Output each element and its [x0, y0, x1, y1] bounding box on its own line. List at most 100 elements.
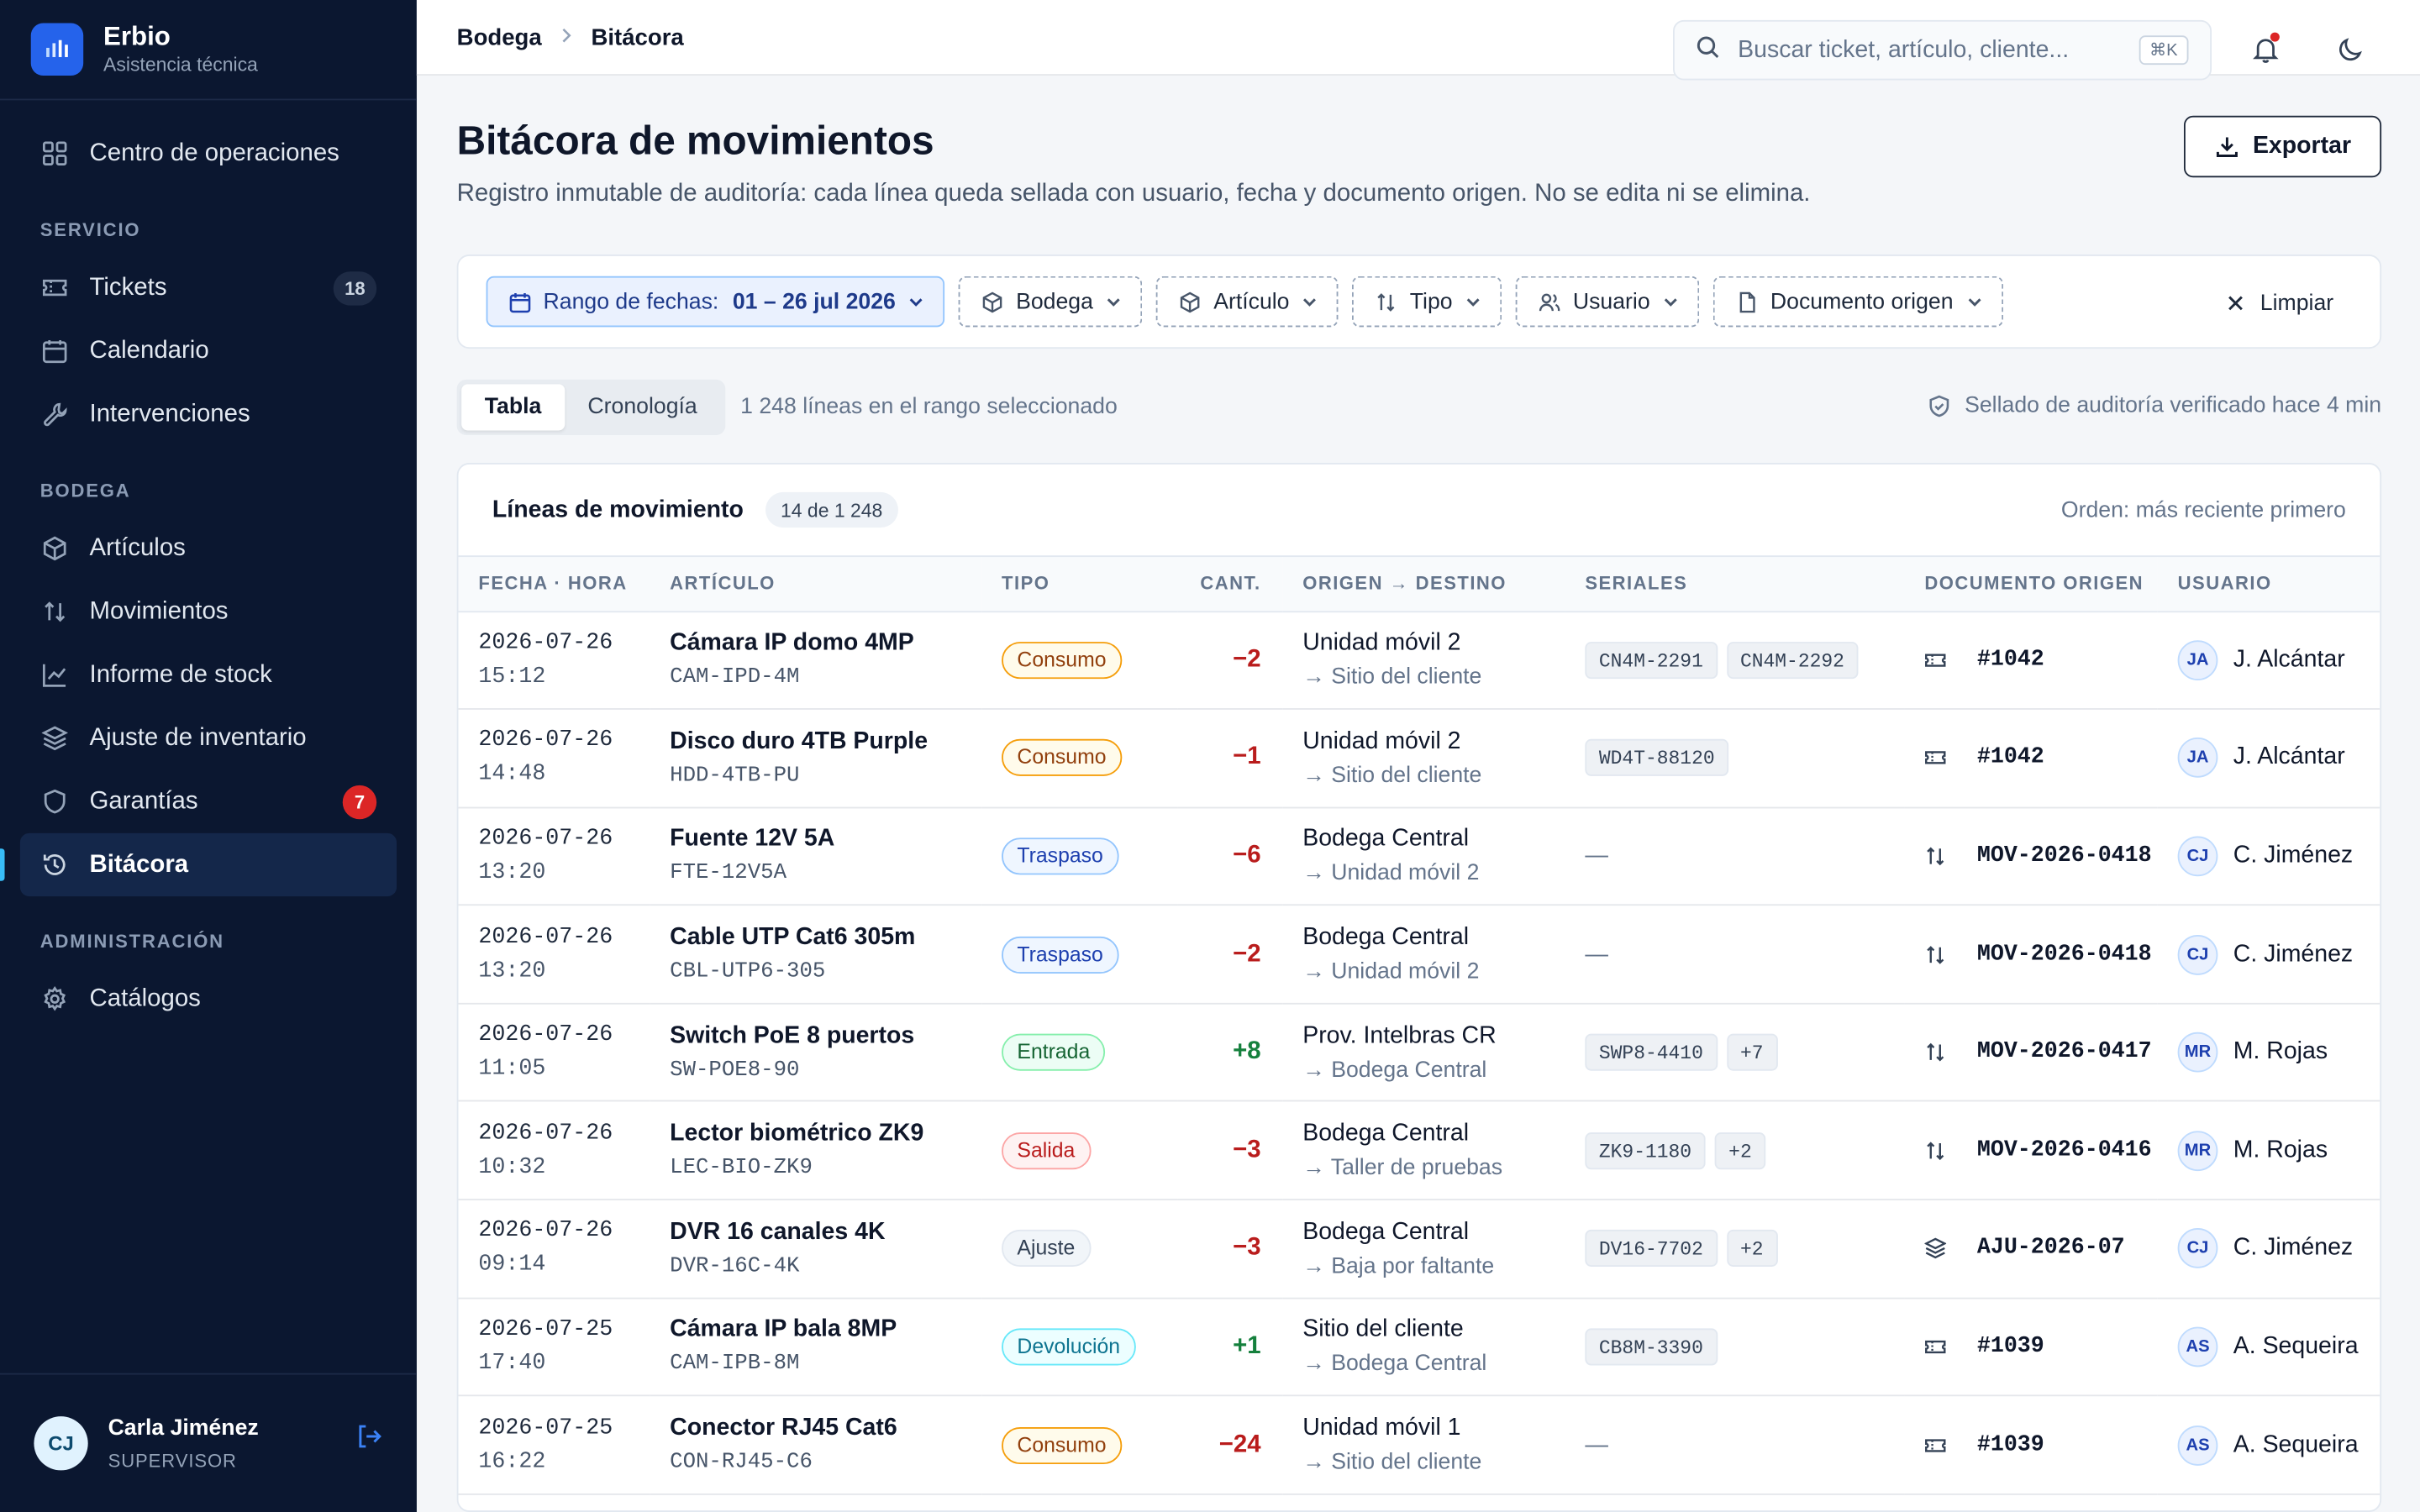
export-button[interactable]: Exportar: [2183, 115, 2382, 178]
col-route[interactable]: ORIGEN → DESTINO: [1282, 557, 1565, 612]
search-input[interactable]: [1738, 36, 2139, 65]
cell-user: AS A. Sequeira: [2157, 1395, 2381, 1495]
cell-user: MR M. Rojas: [2157, 1003, 2381, 1103]
cell-document: MOV-2026-0418: [1904, 806, 2158, 906]
filter-articulo[interactable]: Artículo: [1156, 276, 1339, 328]
table-row[interactable]: 2026-07-25 16:22 Conector RJ45 Cat6 CON-RJ4…: [458, 1395, 2381, 1495]
filter-label: Usuario: [1572, 289, 1650, 314]
sidebar-item-label: Informe de stock: [89, 661, 272, 688]
sidebar-nav: Centro de operaciones SERVICIO Tickets 1…: [0, 100, 417, 1373]
col-type[interactable]: TIPO: [981, 557, 1178, 612]
user-name[interactable]: J. Alcántar: [2233, 646, 2345, 674]
article-name[interactable]: Lector biométrico ZK9: [670, 1121, 981, 1148]
table-row[interactable]: 2026-07-26 10:32 Lector biométrico ZK9 LEC-…: [458, 1101, 2381, 1201]
user-name[interactable]: A. Sequeira: [2233, 1431, 2359, 1459]
col-date[interactable]: FECHA · HORA: [458, 557, 650, 612]
article-name[interactable]: DVR 16 canales 4K: [670, 1219, 981, 1247]
user-name[interactable]: J. Alcántar: [2233, 744, 2345, 772]
filter-tipo[interactable]: Tipo: [1352, 276, 1502, 328]
sidebar-item-catalogs[interactable]: Catálogos: [20, 968, 397, 1031]
table-row[interactable]: 2026-07-26 14:48 Disco duro 4TB Purple HDD-…: [458, 709, 2381, 808]
serial-tag: CN4M-2291: [1585, 641, 1718, 679]
sidebar-item-interventions[interactable]: Intervenciones: [20, 383, 397, 446]
sidebar-item-movements[interactable]: Movimientos: [20, 580, 397, 643]
table-row[interactable]: 2026-07-26 13:20 Cable UTP Cat6 305m CBL-UT…: [458, 905, 2381, 1005]
route-origin: Unidad móvil 1: [1302, 1415, 1461, 1441]
col-article[interactable]: ARTÍCULO: [650, 557, 982, 612]
document-id: MOV-2026-0416: [1976, 1138, 2152, 1163]
sidebar-item-warranties[interactable]: Garantías 7: [20, 770, 397, 833]
route-origin: Unidad móvil 2: [1302, 629, 1461, 657]
article-sku: HDD-4TB-PU: [670, 763, 800, 789]
tab-table[interactable]: Tabla: [461, 384, 565, 431]
document-link[interactable]: AJU-2026-07: [1924, 1236, 2157, 1261]
cell-document: #1042: [1904, 709, 2158, 808]
sort-order[interactable]: Orden: más reciente primero: [2061, 497, 2346, 522]
table-row[interactable]: 2026-07-26 13:20 Fuente 12V 5A FTE-12V5A Tra…: [458, 806, 2381, 906]
search-icon: [1697, 34, 1720, 66]
user-name[interactable]: M. Rojas: [2233, 1137, 2328, 1164]
table-row[interactable]: 2026-07-26 09:14 DVR 16 canales 4K DVR-16C-…: [458, 1200, 2381, 1299]
brand-subtitle: Asistencia técnica: [103, 54, 258, 76]
document-link[interactable]: #1039: [1924, 1335, 2157, 1359]
filter-bodega[interactable]: Bodega: [959, 276, 1143, 328]
serial-tag: WD4T-88120: [1585, 739, 1729, 777]
document-link[interactable]: #1042: [1924, 746, 2157, 770]
sidebar-item-tickets[interactable]: Tickets 18: [20, 256, 397, 319]
article-name[interactable]: Switch PoE 8 puertos: [670, 1022, 981, 1050]
moon-icon[interactable]: [2332, 31, 2369, 68]
table-row[interactable]: 2026-07-26 15:12 Cámara IP domo 4MP CAM-IPD…: [458, 611, 2381, 711]
bell-icon[interactable]: [2247, 31, 2284, 68]
article-sku: DVR-16C-4K: [670, 1254, 800, 1279]
logout-icon[interactable]: [355, 1422, 382, 1457]
tab-chronology[interactable]: Cronología: [565, 384, 720, 430]
cell-user: CJ C. Jiménez: [2157, 806, 2381, 906]
search-box[interactable]: ⌘K: [1673, 19, 2212, 81]
user-name[interactable]: C. Jiménez: [2233, 941, 2353, 969]
article-name[interactable]: Cámara IP bala 8MP: [670, 1317, 981, 1345]
sidebar-item-bitacora[interactable]: Bitácora: [0, 832, 397, 897]
user-name[interactable]: A. Sequeira: [2233, 1333, 2359, 1361]
document-link[interactable]: MOV-2026-0418: [1924, 844, 2157, 869]
card-header: Líneas de movimiento 14 de 1 248 Orden: …: [458, 465, 2381, 558]
col-serials[interactable]: SERIALES: [1565, 557, 1905, 612]
col-document[interactable]: DOCUMENTO ORIGEN: [1904, 557, 2158, 612]
serial-tag: ZK9-1180: [1585, 1131, 1706, 1169]
document-link[interactable]: MOV-2026-0416: [1924, 1138, 2157, 1163]
sidebar-item-inventory-adjust[interactable]: Ajuste de inventario: [20, 706, 397, 769]
table-row[interactable]: 2026-07-25 17:40 Cámara IP bala 8MP CAM-IPB…: [458, 1297, 2381, 1397]
cell-type: Ajuste: [981, 1200, 1178, 1299]
sidebar-item-articles[interactable]: Artículos: [20, 517, 397, 580]
user-name[interactable]: M. Rojas: [2233, 1038, 2328, 1066]
sidebar-item-stock-report[interactable]: Informe de stock: [20, 643, 397, 706]
filter-date-range[interactable]: Rango de fechas: 01 – 26 jul 2026: [486, 276, 945, 328]
cell-route: Prov. Intelbras CR → Bodega Central: [1282, 1003, 1565, 1103]
serial-tag: SWP8-4410: [1585, 1033, 1718, 1072]
document-link[interactable]: #1042: [1924, 648, 2157, 672]
filter-documento[interactable]: Documento origen: [1712, 276, 2003, 328]
breadcrumb-bodega[interactable]: Bodega: [457, 24, 542, 50]
filter-usuario[interactable]: Usuario: [1515, 276, 1700, 328]
article-name[interactable]: Cámara IP domo 4MP: [670, 630, 981, 658]
brand[interactable]: Erbio Asistencia técnica: [0, 0, 417, 101]
document-link[interactable]: MOV-2026-0418: [1924, 942, 2157, 967]
sidebar-item-calendar[interactable]: Calendario: [20, 319, 397, 382]
article-name[interactable]: Fuente 12V 5A: [670, 827, 981, 854]
table-row[interactable]: 2026-07-26 11:05 Switch PoE 8 puertos SW-PO…: [458, 1003, 2381, 1103]
col-user[interactable]: USUARIO: [2157, 557, 2381, 612]
user-name[interactable]: C. Jiménez: [2233, 1235, 2353, 1263]
cell-article: Fuente 12V 5A FTE-12V5A: [650, 806, 982, 906]
sidebar-item-operations[interactable]: Centro de operaciones: [20, 122, 397, 185]
col-qty[interactable]: CANT.: [1177, 557, 1283, 612]
article-name[interactable]: Cable UTP Cat6 305m: [670, 924, 981, 952]
document-link[interactable]: MOV-2026-0417: [1924, 1040, 2157, 1065]
cell-article: DVR 16 canales 4K DVR-16C-4K: [650, 1200, 982, 1299]
user-avatar: AS: [2177, 1326, 2218, 1368]
clear-filters-button[interactable]: Limpiar: [2228, 278, 2333, 329]
article-name[interactable]: Disco duro 4TB Purple: [670, 728, 981, 756]
article-name[interactable]: Conector RJ45 Cat6: [670, 1415, 981, 1442]
cell-serials: DV16-7702 +2: [1565, 1200, 1905, 1299]
user-name[interactable]: C. Jiménez: [2233, 843, 2353, 870]
document-link[interactable]: #1039: [1924, 1432, 2157, 1457]
cell-qty: −6: [1177, 806, 1283, 906]
